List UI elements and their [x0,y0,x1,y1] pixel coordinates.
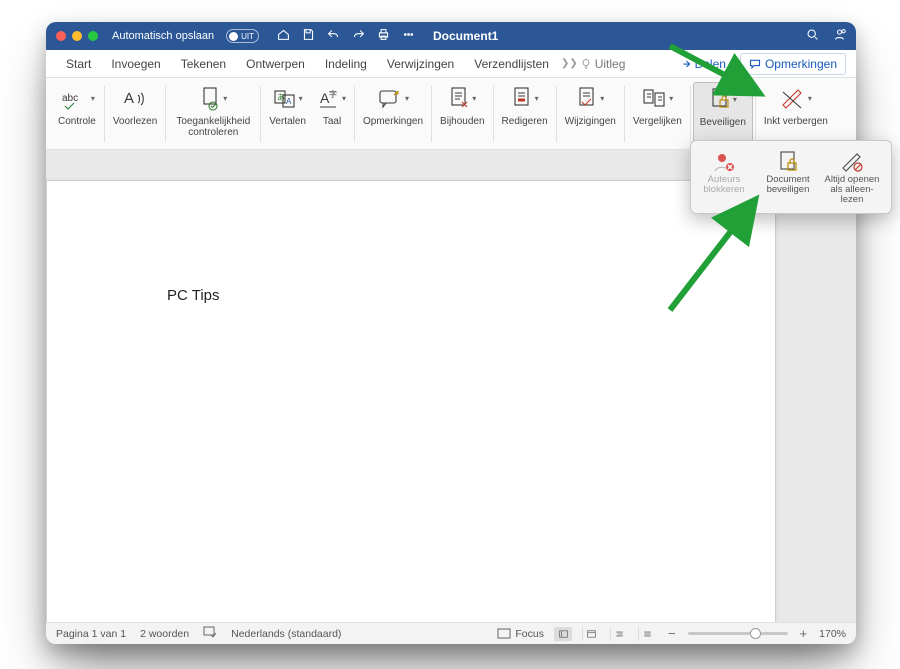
tabs-overflow-icon[interactable]: ❯❯ [559,58,580,69]
ribbon-beveiligen[interactable]: ▾ Beveiligen [693,82,753,146]
ribbon-tabs: Start Invoegen Tekenen Ontwerpen Indelin… [46,50,856,78]
ribbon-opmerkingen-label: Opmerkingen [363,116,423,127]
dropdown-altijd-label: Altijd openen als alleen-lezen [824,175,880,205]
ribbon-wijzigingen[interactable]: ▾ Wijzigingen [559,82,622,146]
more-icon[interactable] [402,28,415,44]
ribbon-vertalen-label: Vertalen [269,116,306,127]
zoom-level[interactable]: 170% [819,628,846,640]
view-web-layout-button[interactable] [582,627,600,641]
ribbon-beveiligen-label: Beveiligen [700,117,746,128]
ribbon-opmerkingen[interactable]: ▾ Opmerkingen [357,82,429,146]
ribbon-bijhouden[interactable]: ▾ Bijhouden [434,82,490,146]
comments-button[interactable]: Opmerkingen [740,53,846,75]
save-icon[interactable] [302,28,315,44]
tab-tekenen[interactable]: Tekenen [171,51,236,77]
tab-indeling[interactable]: Indeling [315,51,377,77]
document-area: PC Tips [46,150,856,622]
maximize-window-button[interactable] [88,31,98,41]
quick-access-toolbar [277,28,415,44]
document-page[interactable]: PC Tips [46,180,776,622]
ribbon-inkt[interactable]: ▾ Inkt verbergen [758,82,834,146]
svg-text:字: 字 [329,89,337,99]
ribbon-voorlezen-label: Voorlezen [113,116,157,127]
autosave-toggle[interactable]: UIT [226,29,259,43]
ribbon-toegankelijkheid-label: Toegankelijkheid controleren [174,116,252,138]
ribbon-vertalen[interactable]: あA▾ Vertalen [263,82,312,146]
focus-label: Focus [515,628,544,640]
tab-verwijzingen[interactable]: Verwijzingen [377,51,464,77]
ribbon-redigeren-label: Redigeren [502,116,548,127]
view-print-layout-button[interactable] [554,627,572,641]
status-bar: Pagina 1 van 1 2 woorden Nederlands (sta… [46,622,856,644]
svg-text:あ: あ [277,93,285,102]
tell-me-button[interactable]: Uitleg [580,57,626,71]
status-page[interactable]: Pagina 1 van 1 [56,628,126,640]
ribbon-redigeren[interactable]: ▾ Redigeren [496,82,554,146]
view-draft-button[interactable] [638,627,656,641]
dropdown-document-beveiligen[interactable]: Document beveiligen [757,147,819,207]
svg-text:A: A [286,97,292,106]
close-window-button[interactable] [56,31,66,41]
beveiligen-dropdown: Auteurs blokkeren Document beveiligen Al… [690,140,892,214]
share-button[interactable]: Delen [671,54,734,74]
document-body-text[interactable]: PC Tips [167,287,220,304]
svg-text:A: A [124,90,134,107]
dropdown-auteurs-label: Auteurs blokkeren [696,175,752,195]
dropdown-auteurs-blokkeren: Auteurs blokkeren [693,147,755,207]
autosave-label: Automatisch opslaan [112,30,214,42]
view-outline-button[interactable] [610,627,628,641]
zoom-in-button[interactable]: + [798,626,810,641]
ribbon-controle-label: Controle [58,116,96,127]
ribbon-wijzigingen-label: Wijzigingen [565,116,616,127]
ribbon-bijhouden-label: Bijhouden [440,116,484,127]
zoom-slider[interactable] [688,632,788,635]
title-bar: Automatisch opslaan UIT Document1 [46,22,856,50]
tab-verzendlijsten[interactable]: Verzendlijsten [464,51,559,77]
ribbon-toegankelijkheid[interactable]: ▾ Toegankelijkheid controleren [168,82,258,146]
tell-me-label: Uitleg [595,57,626,71]
minimize-window-button[interactable] [72,31,82,41]
ribbon-vergelijken-label: Vergelijken [633,116,682,127]
focus-icon[interactable]: Focus [497,628,544,640]
dropdown-document-label: Document beveiligen [760,175,816,195]
account-icon[interactable] [833,28,846,44]
ribbon-inkt-label: Inkt verbergen [764,116,828,127]
undo-icon[interactable] [327,28,340,44]
comments-label: Opmerkingen [765,57,837,71]
tab-ontwerpen[interactable]: Ontwerpen [236,51,315,77]
spellcheck-icon[interactable] [203,626,217,641]
tab-start[interactable]: Start [56,51,101,77]
tab-invoegen[interactable]: Invoegen [101,51,170,77]
home-icon[interactable] [277,28,290,44]
ribbon-vergelijken[interactable]: ▾ Vergelijken [627,82,688,146]
document-title: Document1 [433,29,498,43]
app-window: Automatisch opslaan UIT Document1 Start … [46,22,856,644]
status-words[interactable]: 2 woorden [140,628,189,640]
window-controls [56,31,98,41]
ribbon-taal[interactable]: A字▾ Taal [312,82,352,146]
redo-icon[interactable] [352,28,365,44]
dropdown-altijd-openen[interactable]: Altijd openen als alleen-lezen [821,147,883,207]
zoom-out-button[interactable]: − [666,626,678,641]
share-label: Delen [695,57,726,71]
autosave-state: UIT [241,32,254,41]
status-language[interactable]: Nederlands (standaard) [231,628,341,640]
ribbon-controle[interactable]: abc▾ Controle [52,82,102,146]
svg-text:abc: abc [62,93,78,104]
ribbon-voorlezen[interactable]: A Voorlezen [107,82,163,146]
search-icon[interactable] [806,28,819,44]
ribbon-taal-label: Taal [323,116,341,127]
print-icon[interactable] [377,28,390,44]
